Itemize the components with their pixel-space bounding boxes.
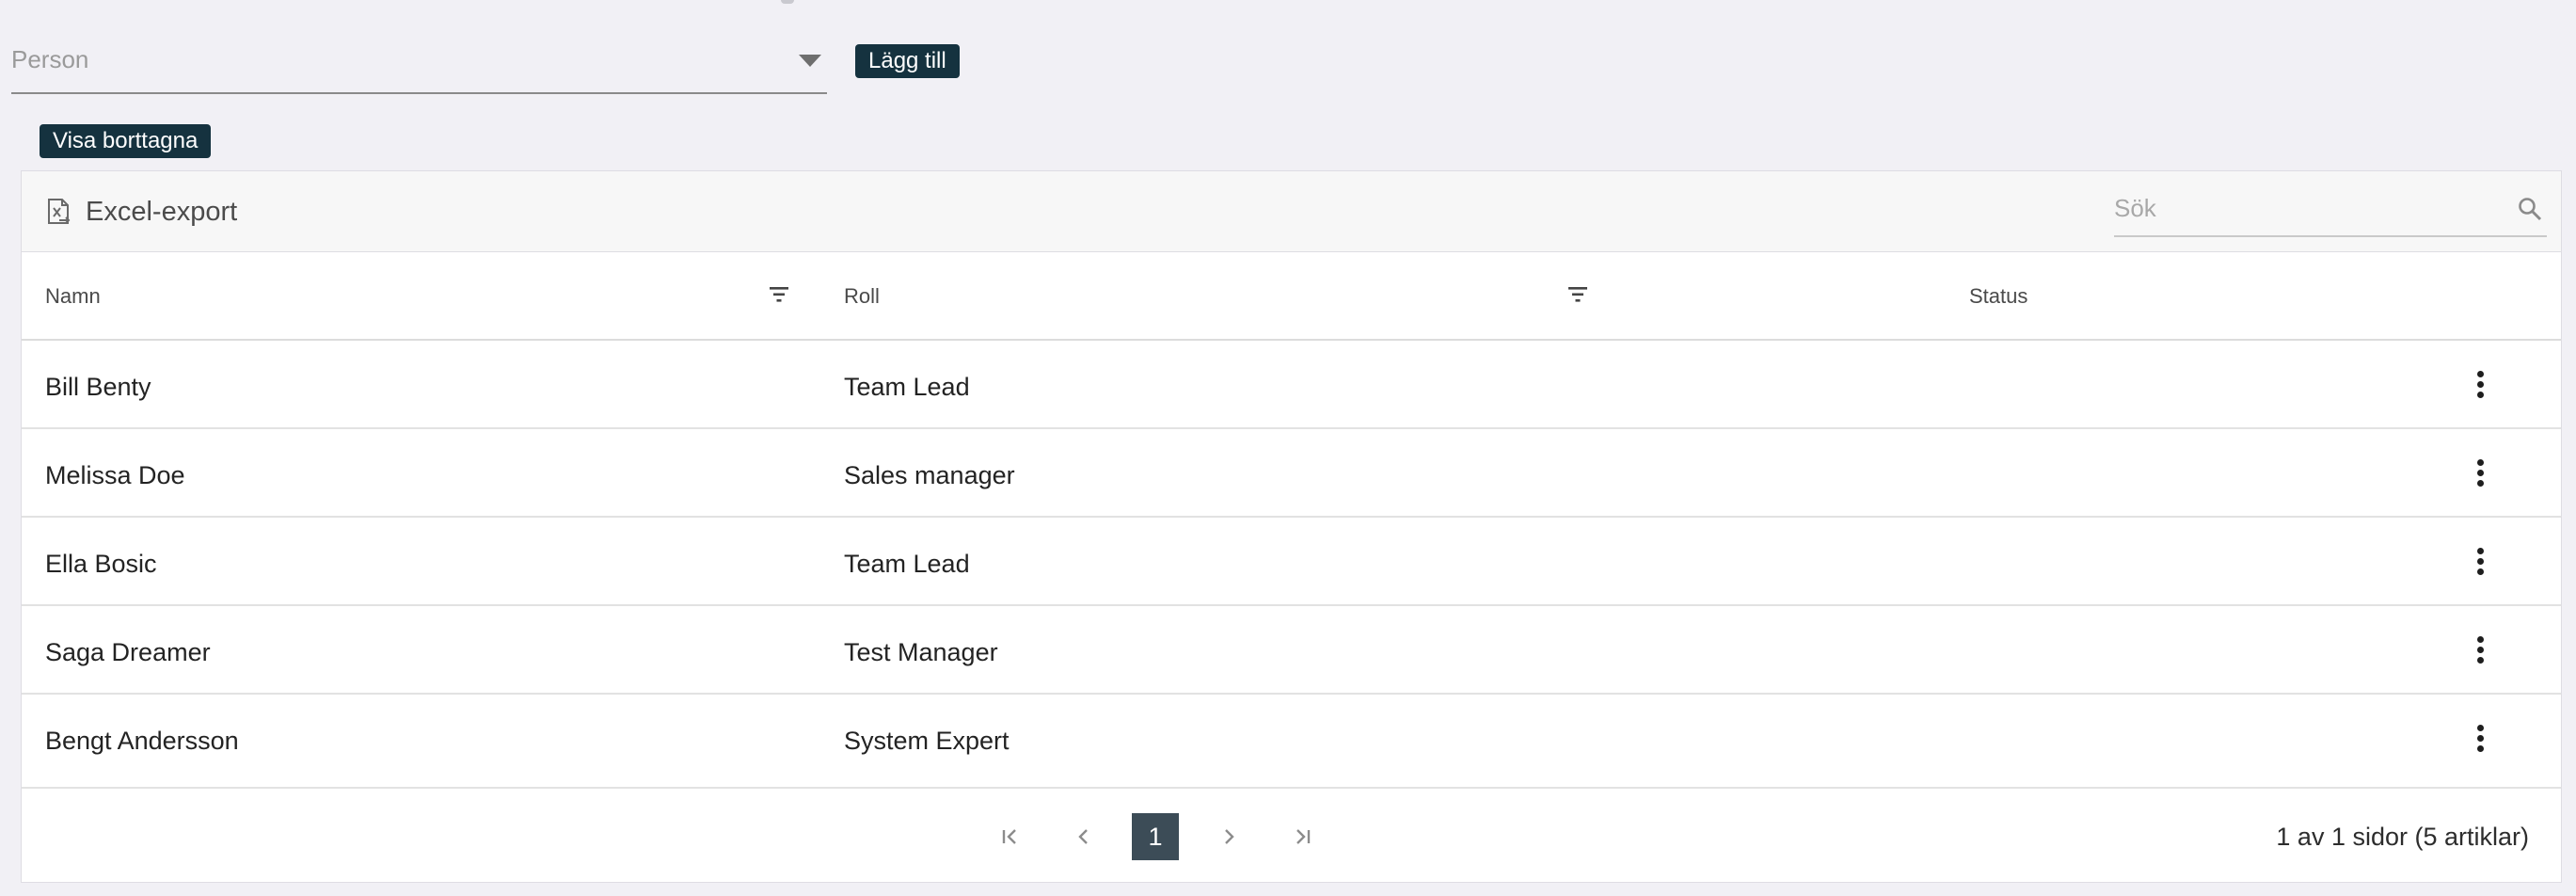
- cell-namn: Saga Dreamer: [45, 638, 211, 666]
- cell-roll: Test Manager: [844, 638, 998, 666]
- data-grid: Excel-export Namn Roll Status Bill Benty…: [21, 170, 2562, 883]
- show-deleted-button[interactable]: Visa borttagna: [40, 124, 212, 158]
- first-page-button[interactable]: [987, 813, 1034, 860]
- kebab-menu-icon[interactable]: [2475, 371, 2485, 399]
- last-page-button[interactable]: [1279, 813, 1326, 860]
- kebab-menu-icon[interactable]: [2475, 459, 2485, 488]
- table-row[interactable]: Saga Dreamer Test Manager: [22, 606, 2561, 695]
- excel-export-label: Excel-export: [86, 196, 238, 227]
- add-person-button[interactable]: Lägg till: [855, 44, 960, 78]
- kebab-menu-icon[interactable]: [2475, 636, 2485, 664]
- search-box: [2114, 184, 2547, 237]
- filter-icon[interactable]: [1566, 284, 1589, 305]
- table-row[interactable]: Ella Bosic Team Lead: [22, 518, 2561, 606]
- kebab-menu-icon[interactable]: [2475, 725, 2485, 753]
- cell-roll: Sales manager: [844, 461, 1015, 489]
- search-input[interactable]: [2114, 184, 2490, 232]
- cell-namn: Bill Benty: [45, 373, 151, 401]
- first-page-icon: [1002, 829, 1016, 844]
- cell-namn: Ella Bosic: [45, 550, 157, 578]
- next-page-button[interactable]: [1205, 813, 1252, 860]
- grid-toolbar: Excel-export: [22, 171, 2561, 252]
- person-select[interactable]: Person: [11, 34, 827, 94]
- excel-export-button[interactable]: Excel-export: [46, 196, 237, 228]
- cell-roll: System Expert: [844, 727, 1010, 755]
- filter-icon[interactable]: [768, 284, 790, 305]
- table-header: Namn Roll Status: [22, 252, 2561, 341]
- table-row[interactable]: Bengt Andersson System Expert: [22, 695, 2561, 789]
- pager-info: 1 av 1 sidor (5 artiklar): [2276, 823, 2529, 851]
- last-page-icon: [1296, 829, 1311, 844]
- prev-page-button[interactable]: [1060, 813, 1107, 860]
- column-header-roll[interactable]: Roll: [844, 284, 880, 309]
- next-page-icon: [1225, 829, 1234, 844]
- prev-page-icon: [1078, 829, 1088, 844]
- cell-roll: Team Lead: [844, 373, 970, 401]
- page-button-current[interactable]: 1: [1132, 813, 1179, 860]
- cell-roll: Team Lead: [844, 550, 970, 578]
- dropdown-caret-icon: [799, 55, 821, 67]
- column-header-status[interactable]: Status: [1969, 284, 2027, 309]
- top-edge-mark: [781, 0, 794, 4]
- table-row[interactable]: Melissa Doe Sales manager: [22, 429, 2561, 518]
- person-select-placeholder: Person: [11, 45, 89, 73]
- table-row[interactable]: Bill Benty Team Lead: [22, 341, 2561, 429]
- cell-namn: Melissa Doe: [45, 461, 185, 489]
- kebab-menu-icon[interactable]: [2475, 548, 2485, 576]
- pager: 1 1 av 1 sidor (5 artiklar): [22, 790, 2561, 882]
- excel-export-icon: [48, 199, 71, 224]
- column-header-namn[interactable]: Namn: [45, 284, 101, 309]
- search-icon[interactable]: [2517, 196, 2543, 222]
- cell-namn: Bengt Andersson: [45, 727, 239, 755]
